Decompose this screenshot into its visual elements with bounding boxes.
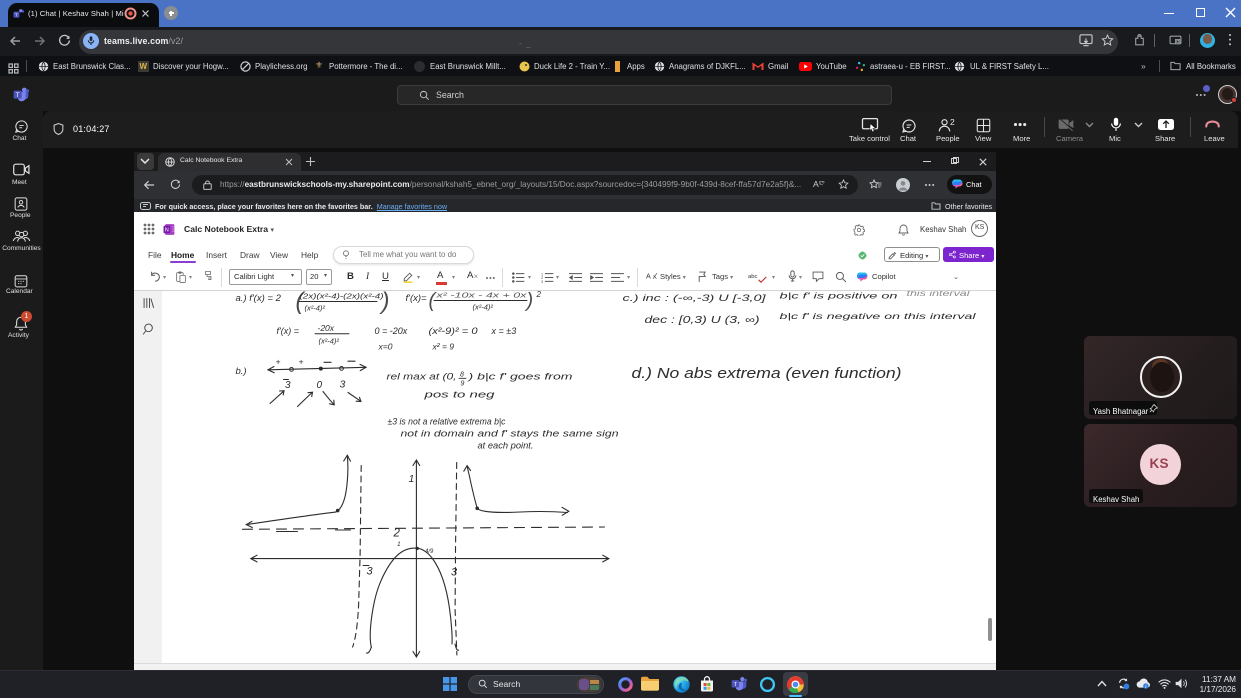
svg-text:x² -10x - 4x + 0x: x² -10x - 4x + 0x [434, 291, 526, 300]
svg-text:+: + [298, 357, 303, 367]
svg-text:d.) No abs extrema (even: d.) No abs extrema (even function) [631, 366, 901, 382]
svg-text:3: 3 [285, 380, 291, 391]
svg-text:1: 1 [408, 473, 414, 485]
svg-text:T: T [16, 92, 20, 99]
svg-text:x=0: x=0 [377, 342, 392, 352]
svg-text:T: T [15, 12, 18, 17]
svg-text:f'(x) =: f'(x) = [276, 326, 298, 336]
svg-text:2: 2 [392, 528, 400, 540]
svg-text:8: 8 [460, 372, 464, 379]
svg-text:) b|c f' goes from: ) b|c f' goes from [467, 372, 573, 383]
svg-text:0 = -20x: 0 = -20x [374, 326, 407, 336]
svg-text:not in domain and f' stay: not in domain and f' stays the same sign [400, 429, 618, 439]
svg-text:A: A [646, 273, 651, 281]
svg-text:9: 9 [460, 381, 464, 388]
svg-text:(x²-4)²: (x²-4)² [318, 337, 339, 346]
svg-text:(2x)(x²-4)-(2x)(x²-4): (2x)(x²-4)-(2x)(x²-4) [299, 294, 383, 301]
svg-text:N: N [165, 227, 169, 233]
svg-text:3: 3 [339, 379, 345, 391]
svg-text:x² = 9: x² = 9 [431, 342, 454, 352]
svg-text:4/9: 4/9 [425, 549, 434, 555]
svg-text:+: + [275, 357, 280, 367]
svg-text:(x²-9)² = 0: (x²-9)² = 0 [428, 326, 477, 336]
svg-text:b|c f' is positive on: b|c f' is positive on [779, 291, 897, 301]
svg-text:0: 0 [316, 380, 322, 391]
svg-text:): ) [524, 291, 533, 312]
svg-text:a.) f'(x) = 2: a.) f'(x) = 2 [235, 293, 281, 304]
svg-text:±3 is not a relative ext: ±3 is not a relative extrema b|c [387, 417, 505, 428]
svg-text:3: 3 [541, 279, 543, 283]
svg-text:1: 1 [397, 541, 401, 548]
svg-text:3: 3 [366, 566, 373, 578]
svg-text:-20x: -20x [317, 323, 334, 333]
svg-text:2: 2 [535, 291, 541, 299]
svg-text:T: T [734, 682, 738, 688]
svg-text:x = ±3: x = ±3 [490, 326, 516, 336]
svg-text:this interval: this interval [906, 291, 969, 298]
svg-text:abc: abc [748, 274, 758, 280]
svg-text:at each point.: at each point. [477, 441, 533, 451]
svg-text:dec : [0,3) U (3, ∞): dec : [0,3) U (3, ∞) [644, 315, 759, 326]
svg-text:(x²-4)²: (x²-4)² [304, 304, 325, 313]
svg-text:b.): b.) [235, 366, 246, 377]
svg-text:c.) inc : (-∞,-3) U [-3,0]: c.) inc : (-∞,-3) U [-3,0] [622, 293, 766, 304]
svg-text:f'(x)=: f'(x)= [405, 293, 427, 304]
svg-text:3: 3 [451, 567, 458, 579]
svg-text:(x²-4)²: (x²-4)² [472, 303, 493, 312]
svg-text:pos to neg: pos to neg [422, 390, 495, 401]
svg-text:rel max at (0,: rel max at (0, [386, 372, 456, 383]
svg-text:b|c f' is negative on thi: b|c f' is negative on this interval [779, 311, 977, 321]
